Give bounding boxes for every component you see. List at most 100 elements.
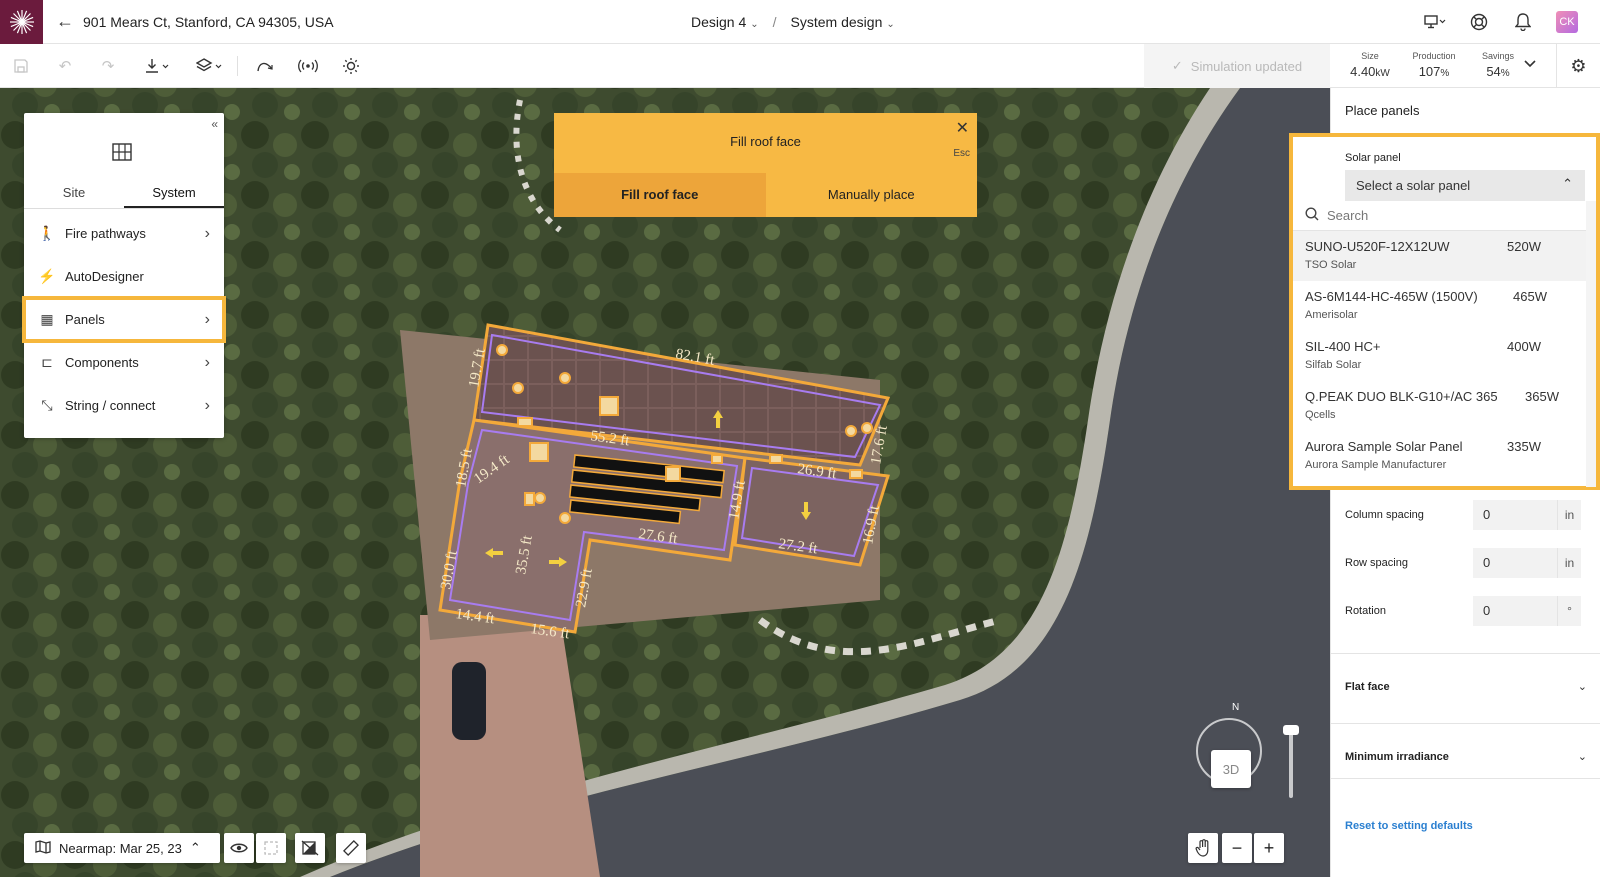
solar-panel-select[interactable]: Select a solar panel ⌃ xyxy=(1345,170,1585,202)
sidebar-item-components[interactable]: ⊏ Components › xyxy=(24,341,224,384)
unit-label: in xyxy=(1557,500,1581,530)
select-area-icon[interactable] xyxy=(256,833,286,863)
signal-icon[interactable] xyxy=(288,44,328,88)
zoom-out-icon[interactable]: − xyxy=(1222,833,1252,863)
collapse-icon[interactable]: « xyxy=(211,117,218,131)
esc-hint: Esc xyxy=(953,148,970,159)
reset-defaults-link[interactable]: Reset to setting defaults xyxy=(1345,820,1473,832)
simulation-status: ✓ Simulation updated xyxy=(1144,44,1330,88)
stats-summary[interactable]: Size 4.40kW Production 107% Savings 54% xyxy=(1338,44,1530,88)
shade-toggle-icon[interactable] xyxy=(295,833,325,863)
breadcrumb: Design 4 ⌄ / System design ⌄ xyxy=(691,14,895,30)
check-icon: ✓ xyxy=(1171,58,1183,73)
breadcrumb-separator: / xyxy=(772,14,777,30)
option-manufacturer: Amerisolar xyxy=(1305,309,1358,321)
chevron-right-icon: › xyxy=(204,224,210,242)
magic-wand-icon: ⚡ xyxy=(38,268,56,284)
sidebar-item-panels[interactable]: ▦ Panels › xyxy=(22,296,226,343)
design-selector[interactable]: Design 4 ⌄ xyxy=(691,14,759,30)
column-spacing-input[interactable]: 0 xyxy=(1473,500,1557,530)
grid-icon: ▦ xyxy=(40,311,54,327)
tab-fill-roof-face[interactable]: Fill roof face xyxy=(554,173,766,217)
option-power: 465W xyxy=(1513,289,1547,304)
unit-label: in xyxy=(1557,548,1581,578)
section-selector[interactable]: System design ⌄ xyxy=(791,14,895,30)
undo-icon[interactable]: ↶ xyxy=(45,44,85,88)
tab-manually-place[interactable]: Manually place xyxy=(766,173,978,217)
tab-site[interactable]: Site xyxy=(24,179,124,208)
stat-unit: % xyxy=(1500,68,1510,79)
save-icon[interactable] xyxy=(1,44,41,88)
help-icon[interactable] xyxy=(1457,0,1501,44)
dropdown-scrollbar[interactable] xyxy=(1586,201,1596,487)
field-label: Column spacing xyxy=(1345,509,1424,521)
sidebar-title: Place panels xyxy=(1345,103,1420,118)
chevron-right-icon: › xyxy=(204,353,210,371)
chevron-down-icon[interactable] xyxy=(1524,57,1536,71)
stat-production: Production 107% xyxy=(1402,44,1466,88)
string-icon: ⤡ xyxy=(41,397,53,413)
sidebar-item-autodesigner[interactable]: ⚡ AutoDesigner xyxy=(24,255,224,298)
ruler-icon[interactable] xyxy=(336,833,366,863)
panel-option[interactable]: Q.PEAK DUO BLK-G10+/AC 365 365W Qcells xyxy=(1293,381,1586,431)
eye-icon[interactable] xyxy=(224,833,254,863)
layers-icon[interactable] xyxy=(186,44,234,88)
view-3d-button[interactable]: 3D xyxy=(1211,750,1251,788)
chevron-up-icon: ⌃ xyxy=(189,840,201,855)
stat-label: Savings xyxy=(1481,51,1515,61)
stat-savings: Savings 54% xyxy=(1466,44,1530,88)
north-indicator: N xyxy=(1232,702,1240,713)
sidebar-item-label: Fire pathways xyxy=(65,226,146,241)
panel-option[interactable]: SIL-400 HC+ 400W Silfab Solar xyxy=(1293,331,1586,381)
curve-tool-icon[interactable] xyxy=(245,44,285,88)
option-manufacturer: Aurora Sample Manufacturer xyxy=(1305,459,1447,471)
imagery-selector[interactable]: Nearmap: Mar 25, 23 ⌃ xyxy=(24,833,220,863)
chevron-right-icon: › xyxy=(204,310,210,328)
download-icon[interactable] xyxy=(134,44,182,88)
divider xyxy=(1331,778,1600,779)
panel-option[interactable]: Aurora Sample Solar Panel 335W Aurora Sa… xyxy=(1293,431,1586,481)
zoom-in-icon[interactable]: + xyxy=(1254,833,1284,863)
field-label: Rotation xyxy=(1345,605,1386,617)
panel-option[interactable]: AS-6M144-HC-465W (1500V) 465W Amerisolar xyxy=(1293,281,1586,331)
tilt-slider[interactable] xyxy=(1289,728,1293,798)
user-avatar[interactable]: CK xyxy=(1556,11,1578,33)
tilt-slider-handle[interactable] xyxy=(1283,725,1299,735)
minimum-irradiance-section[interactable]: Minimum irradiance ⌄ xyxy=(1331,723,1600,779)
toolbar-divider xyxy=(237,56,238,76)
bell-icon[interactable] xyxy=(1501,0,1545,44)
component-icon: ⊏ xyxy=(41,354,53,370)
row-spacing-input[interactable]: 0 xyxy=(1473,548,1557,578)
project-address: 901 Mears Ct, Stanford, CA 94305, USA xyxy=(83,14,334,30)
chevron-down-icon: ⌄ xyxy=(1577,681,1587,693)
sidebar-item-fire-pathways[interactable]: 🚶 Fire pathways › xyxy=(24,212,224,255)
chevron-up-icon: ⌃ xyxy=(1562,176,1573,191)
sidebar-item-string-connect[interactable]: ⤡ String / connect › xyxy=(24,384,224,427)
display-settings-icon[interactable] xyxy=(1413,0,1457,44)
back-arrow-icon[interactable]: ← xyxy=(56,11,74,32)
chevron-right-icon: › xyxy=(204,396,210,414)
sun-icon[interactable] xyxy=(331,44,371,88)
rotation-input[interactable]: 0 xyxy=(1473,596,1557,626)
stat-size: Size 4.40kW xyxy=(1338,44,1402,88)
close-icon[interactable]: ✕ xyxy=(956,118,969,138)
panel-option[interactable]: SUNO-U520F-12X12UW 520W TSO Solar xyxy=(1293,231,1586,281)
top-bar: ← 901 Mears Ct, Stanford, CA 94305, USA … xyxy=(0,0,1600,44)
top-right-controls: CK xyxy=(1413,0,1600,44)
pan-hand-icon[interactable] xyxy=(1188,833,1218,863)
simulation-status-label: Simulation updated xyxy=(1190,58,1303,74)
tab-system[interactable]: System xyxy=(124,179,224,208)
redo-icon[interactable]: ↷ xyxy=(88,44,128,88)
gear-icon[interactable]: ⚙ xyxy=(1556,44,1600,88)
chevron-down-icon: ⌄ xyxy=(750,19,759,30)
imagery-date: Nearmap: Mar 25, 23 xyxy=(59,840,182,856)
stat-label: Size xyxy=(1361,51,1379,61)
grid-icon xyxy=(112,143,132,166)
sidebar-item-label: Panels xyxy=(65,312,105,327)
sidebar-item-label: Components xyxy=(65,355,139,370)
aurora-logo[interactable] xyxy=(0,0,43,44)
flat-face-section[interactable]: Flat face ⌄ xyxy=(1331,653,1600,723)
search-field[interactable]: Search xyxy=(1293,201,1586,231)
person-walking-icon: 🚶 xyxy=(38,225,56,241)
chevron-down-icon: ⌄ xyxy=(1577,751,1587,763)
